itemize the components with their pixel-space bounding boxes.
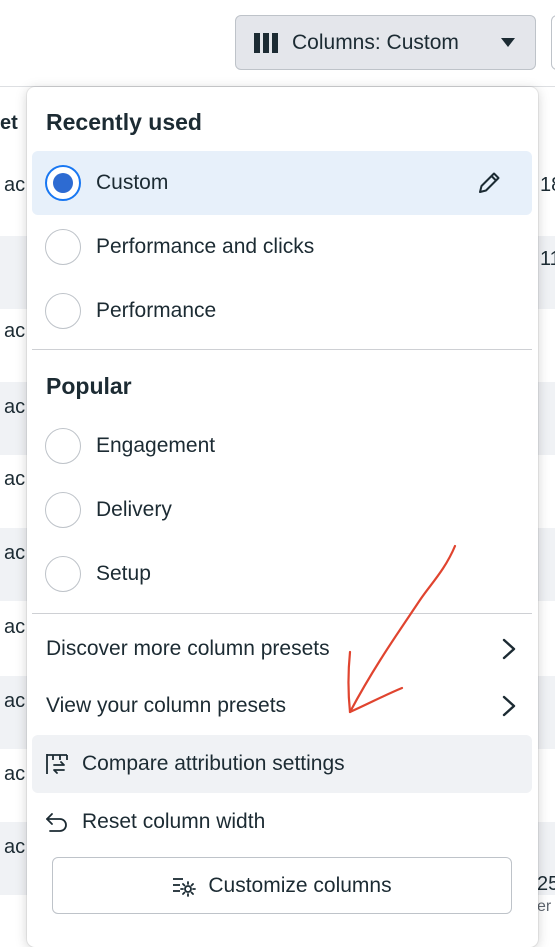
chevron-right-icon <box>502 695 516 717</box>
radio-button-checked[interactable] <box>45 165 81 201</box>
columns-preset-menu: Recently used Custom Performance and cli… <box>27 87 538 947</box>
preset-option-label: Performance <box>96 299 217 322</box>
undo-icon <box>46 813 67 832</box>
view-column-presets-link[interactable]: View your column presets <box>32 678 532 734</box>
table-cell-fragment: ac <box>4 320 26 342</box>
customize-settings-icon <box>173 877 197 897</box>
menu-divider <box>32 349 532 350</box>
table-header-fragment: et <box>0 112 18 134</box>
nav-item-label: View your column presets <box>46 694 287 717</box>
nav-item-label: Discover more column presets <box>46 637 330 660</box>
table-cell-fragment: er <box>537 898 552 915</box>
menu-divider <box>32 613 532 614</box>
compare-columns-icon <box>46 754 68 774</box>
radio-button[interactable] <box>45 428 81 464</box>
preset-option-engagement[interactable]: Engagement <box>32 414 532 478</box>
customize-columns-button[interactable]: Customize columns <box>52 857 512 914</box>
preset-option-label: Performance and clicks <box>96 235 315 258</box>
toolbar: Columns: Custom <box>0 0 555 87</box>
table-cell-fragment: 18 <box>540 174 555 196</box>
table-cell-fragment: ac <box>4 690 26 712</box>
action-item-label: Reset column width <box>82 810 266 833</box>
columns-icon <box>254 32 278 53</box>
table-cell-fragment: 11 <box>540 248 555 270</box>
preset-option-label: Custom <box>96 171 169 194</box>
preset-option-custom[interactable]: Custom <box>32 151 532 215</box>
radio-button[interactable] <box>45 293 81 329</box>
table-cell-fragment: ac <box>4 542 26 564</box>
preset-option-performance-and-clicks[interactable]: Performance and clicks <box>32 215 532 279</box>
pencil-icon[interactable] <box>476 170 502 196</box>
action-item-label: Compare attribution settings <box>82 752 345 775</box>
radio-button[interactable] <box>45 556 81 592</box>
preset-option-setup[interactable]: Setup <box>32 542 532 606</box>
table-cell-fragment: ac <box>4 836 26 858</box>
reset-column-width-item[interactable]: Reset column width <box>32 793 532 851</box>
preset-option-label: Engagement <box>96 434 216 457</box>
table-cell-fragment: ac <box>4 468 26 490</box>
customize-columns-label: Customize columns <box>208 873 392 897</box>
table-cell-fragment: ac <box>4 616 26 638</box>
compare-attribution-settings-item[interactable]: Compare attribution settings <box>32 735 532 793</box>
radio-button[interactable] <box>45 229 81 265</box>
table-cell-fragment: ac <box>4 396 26 418</box>
adjacent-toolbar-button[interactable] <box>551 15 555 70</box>
preset-option-label: Delivery <box>96 498 172 521</box>
table-cell-fragment: ac <box>4 763 26 785</box>
chevron-right-icon <box>502 638 516 660</box>
table-cell-fragment: ac <box>4 174 26 196</box>
columns-dropdown-button[interactable]: Columns: Custom <box>235 15 536 70</box>
columns-button-label: Columns: Custom <box>292 30 459 54</box>
radio-button[interactable] <box>45 492 81 528</box>
popular-heading: Popular <box>46 373 132 399</box>
caret-down-icon <box>501 38 515 47</box>
preset-option-performance[interactable]: Performance <box>32 279 532 343</box>
discover-column-presets-link[interactable]: Discover more column presets <box>32 621 532 677</box>
preset-option-delivery[interactable]: Delivery <box>32 478 532 542</box>
recently-used-heading: Recently used <box>46 109 202 135</box>
preset-option-label: Setup <box>96 562 151 585</box>
table-cell-fragment: 25 <box>537 873 555 895</box>
